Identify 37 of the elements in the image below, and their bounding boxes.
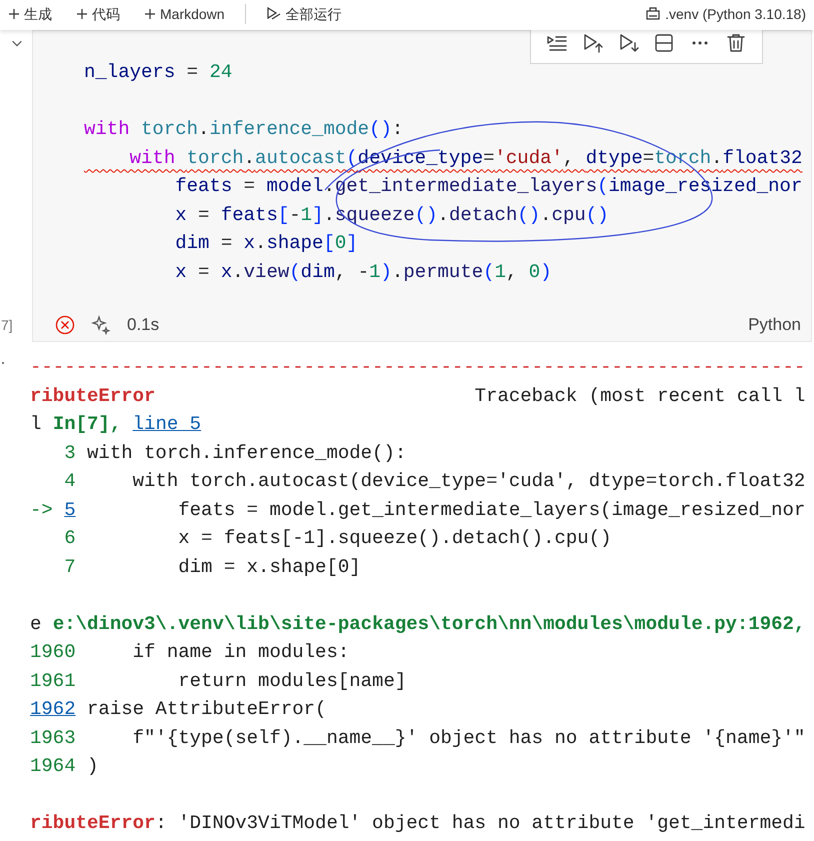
execution-count: 7] [1,316,13,335]
plus-icon [76,8,88,20]
output-line: 1962 raise AttributeError( [30,697,326,722]
run-all-icon [266,6,282,22]
output-line: e e:\dinov3\.venv\lib\site-packages\torch\nn\modules\module.py:1962, [30,612,806,636]
kernel-icon [645,6,662,22]
trace-link[interactable]: 1962 [30,698,76,720]
output-line: 4 with torch.autocast(device_type='cuda', dtype=torch.float32 [63,469,806,494]
output-line: 6 x = feats[-1].squeeze().detach().cpu() [63,526,612,551]
output-line: 1960 if name in modules: [30,640,350,665]
kernel-picker[interactable]: .venv (Python 3.10.18) [645,0,814,28]
sparkle-icon[interactable] [91,315,111,335]
output-line: 1961 return modules[name] [30,668,406,694]
output-line: -> 5 feats = model.get_intermediate_layers(image_resized_nor [30,498,806,522]
code-line: n_layers = 24 [84,60,232,85]
run-all-button[interactable]: 全部运行 [262,4,346,24]
plus-icon [8,8,20,20]
output-line: 3 with torch.inference_mode(): [63,440,406,466]
language-label[interactable]: Python [748,312,801,338]
code-line: with torch.inference_mode(): [84,117,404,142]
output-line: ributeError Traceback (most recent call l [30,384,806,408]
toolbar-button[interactable]: 代码 [72,4,124,24]
output-line: ributeError: 'DINOv3ViTModel' object has no attribute 'get_intermedi [30,811,806,836]
toolbar-button[interactable]: Markdown [140,4,229,24]
toolbar-button[interactable]: 生成 [4,4,56,24]
output-line: l In[7], line 5 [30,412,202,437]
output-line: 1964 ) [30,754,98,779]
error-icon [55,315,75,335]
output-line: 1963 f"'{type(self).__name__}' object has no attribute '{name}'" [30,726,806,750]
trace-link[interactable]: line 5 [132,413,202,435]
code-line: dim = x.shape[0] [174,231,358,256]
trace-link[interactable]: 5 [64,498,76,520]
code-line: x = x.view(dim, -1).permute(1, 0) [174,260,552,284]
output-line: -------------------------------------------------------------------- [30,355,806,380]
plus-icon [144,8,156,20]
run-duration: 0.1s [127,314,160,336]
output-line: 7 dim = x.shape[0] [63,554,361,580]
